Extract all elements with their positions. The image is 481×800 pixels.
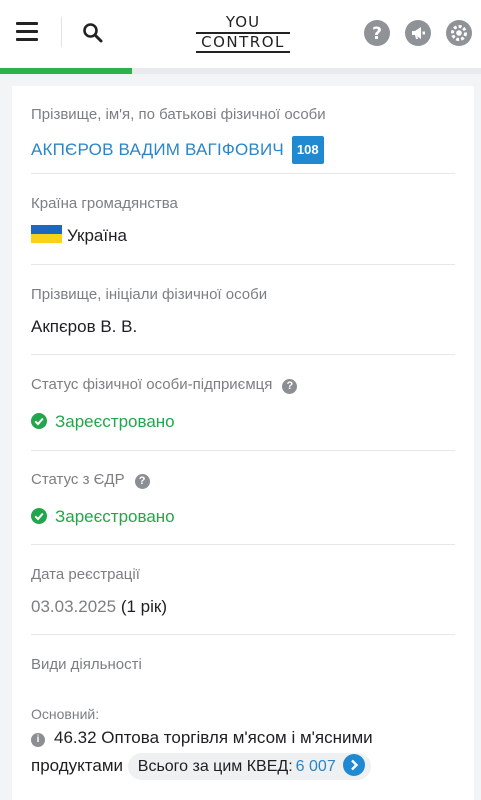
reg-date-label: Дата реєстрації bbox=[31, 566, 140, 583]
info-icon[interactable]: i bbox=[31, 733, 45, 747]
divider bbox=[31, 354, 455, 355]
chevron-right-icon[interactable] bbox=[342, 754, 365, 776]
country-row: Україна bbox=[31, 225, 455, 247]
megaphone-icon[interactable] bbox=[405, 20, 431, 46]
search-icon[interactable] bbox=[82, 22, 104, 44]
reg-date-age: (1 рік) bbox=[120, 597, 167, 616]
fop-status-label-row: Статус фізичної особи-підприємця? bbox=[31, 376, 455, 394]
fop-status-label: Статус фізичної особи-підприємця bbox=[31, 376, 273, 393]
svg-text:?: ? bbox=[372, 24, 382, 44]
edr-status-label-row: Статус з ЄДР? bbox=[31, 471, 455, 489]
initials-label: Прізвище, ініціали фізичної особи bbox=[31, 286, 268, 303]
kved-row-2: продуктами Всього за цим КВЕД: 6 007 bbox=[31, 752, 455, 780]
field-country: Країна громадянства Україна bbox=[31, 195, 455, 247]
full-name-link[interactable]: АКПЄРОВ ВАДИМ ВАГІФОВИЧ bbox=[31, 140, 284, 159]
count-badge[interactable]: 108 bbox=[291, 136, 324, 164]
help-icon[interactable]: ? bbox=[364, 20, 390, 46]
country-label: Країна громадянства bbox=[31, 195, 178, 212]
kved-total-count: 6 007 bbox=[295, 758, 336, 775]
gear-icon[interactable] bbox=[446, 20, 472, 46]
top-bar: YOU CONTROL ? bbox=[0, 0, 481, 68]
fop-status-row: Зареєстровано bbox=[31, 411, 455, 433]
field-full-name: Прізвище, ім'я, по батькові фізичної осо… bbox=[31, 106, 455, 164]
logo-line-1: YOU bbox=[225, 13, 261, 31]
kved-total-pill[interactable]: Всього за цим КВЕД: 6 007 bbox=[127, 753, 371, 780]
field-reg-date: Дата реєстрації 03.03.2025 (1 рік) bbox=[31, 566, 455, 618]
reg-date-row: 03.03.2025 (1 рік) bbox=[31, 596, 455, 618]
ukraine-flag-icon bbox=[31, 225, 62, 243]
help-icon[interactable]: ? bbox=[282, 379, 298, 394]
divider bbox=[31, 450, 455, 451]
main-activity: Основний: i 46.32 Оптова торгівля м'ясом … bbox=[31, 706, 455, 780]
kved-total-text: Всього за цим КВЕД: bbox=[137, 758, 293, 775]
kved-line-2: продуктами bbox=[31, 756, 124, 775]
full-name-row: АКПЄРОВ ВАДИМ ВАГІФОВИЧ 108 bbox=[31, 136, 455, 164]
country-value: Україна bbox=[67, 226, 127, 245]
edr-status-row: Зареєстровано bbox=[31, 506, 455, 528]
divider bbox=[31, 634, 455, 635]
initials-value: Акпєров В. В. bbox=[31, 317, 138, 336]
divider bbox=[61, 17, 62, 47]
kved-row: i 46.32 Оптова торгівля м'ясом і м'ясними bbox=[31, 724, 455, 752]
field-fop-status: Статус фізичної особи-підприємця? Зареєс… bbox=[31, 376, 455, 433]
progress-fill bbox=[0, 68, 133, 74]
reg-date-value: 03.03.2025 bbox=[31, 597, 117, 616]
main-activity-label: Основний: bbox=[31, 706, 100, 722]
menu-icon[interactable] bbox=[16, 22, 38, 42]
edr-status-value: Зареєстровано bbox=[55, 507, 175, 526]
field-initials: Прізвище, ініціали фізичної особи Акпєро… bbox=[31, 286, 455, 338]
edr-status-label: Статус з ЄДР bbox=[31, 471, 125, 488]
check-circle-icon bbox=[31, 413, 47, 429]
kved-code: 46.32 bbox=[54, 728, 97, 747]
progress-bar bbox=[0, 68, 481, 74]
logo-line-2: CONTROL bbox=[196, 32, 290, 53]
fop-status-value: Зареєстровано bbox=[55, 412, 175, 431]
field-activities: Види діяльності Основний: i 46.32 Оптова … bbox=[31, 656, 455, 780]
logo[interactable]: YOU CONTROL bbox=[196, 13, 290, 53]
divider bbox=[31, 173, 455, 174]
check-circle-icon bbox=[31, 508, 47, 524]
kved-line-1: Оптова торгівля м'ясом і м'ясними bbox=[101, 728, 373, 747]
divider bbox=[31, 544, 455, 545]
help-icon[interactable]: ? bbox=[134, 474, 150, 489]
person-card: Прізвище, ім'я, по батькові фізичної осо… bbox=[12, 86, 474, 800]
field-edr-status: Статус з ЄДР? Зареєстровано bbox=[31, 471, 455, 528]
divider bbox=[31, 264, 455, 265]
activities-label: Види діяльності bbox=[31, 656, 142, 673]
full-name-label: Прізвище, ім'я, по батькові фізичної осо… bbox=[31, 106, 326, 123]
